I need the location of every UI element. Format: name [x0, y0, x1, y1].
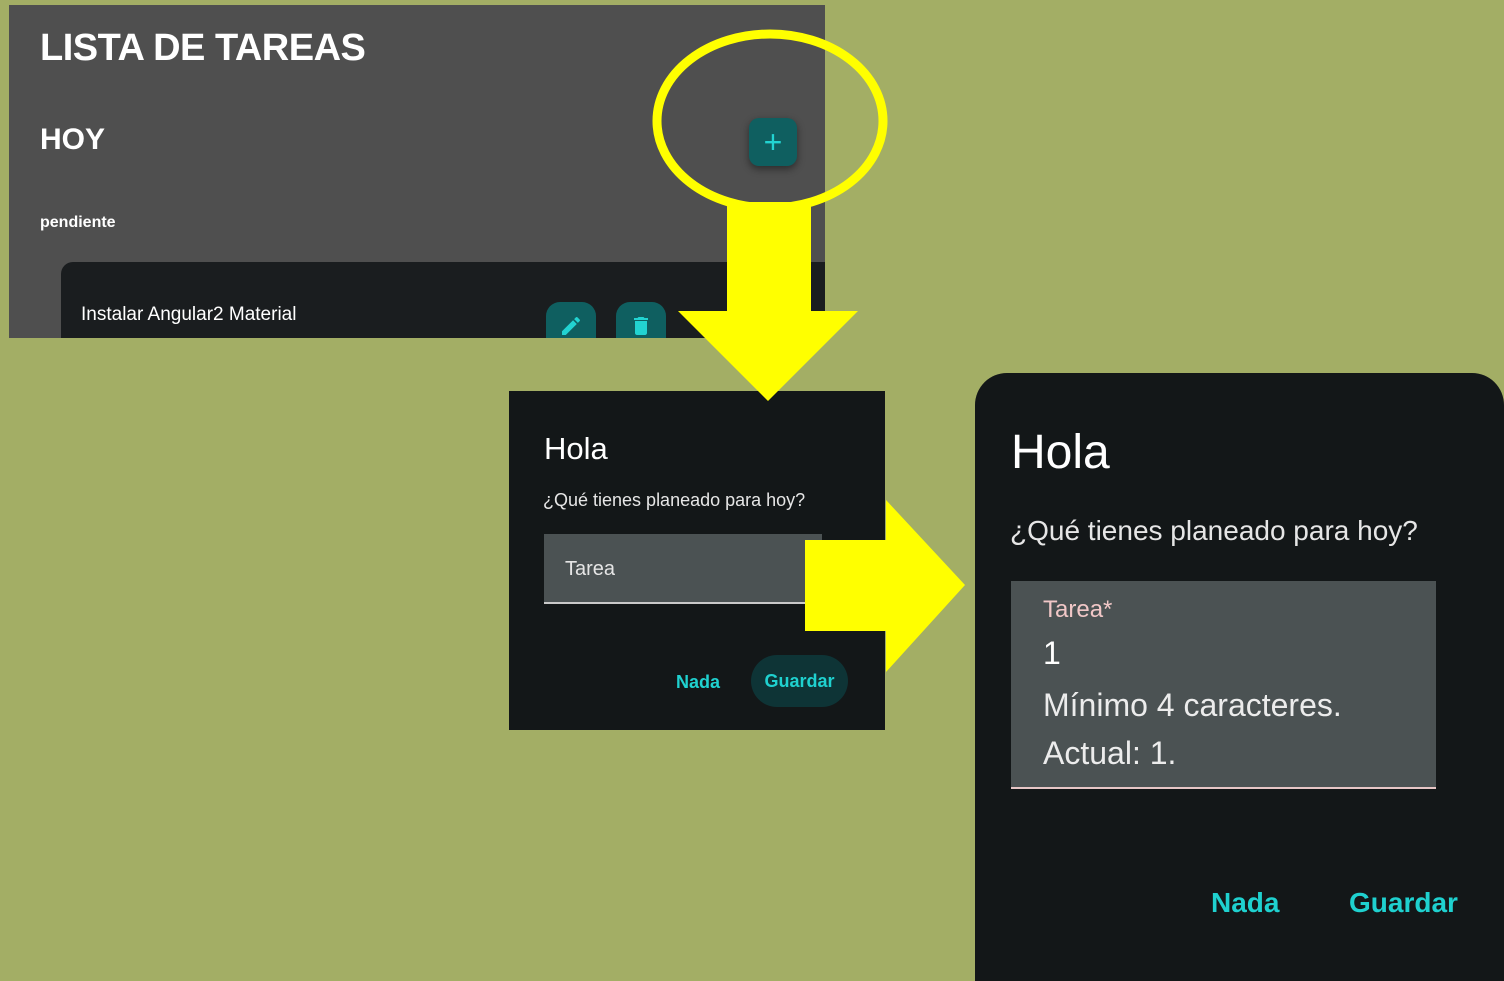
dialog-title: Hola [1011, 426, 1110, 479]
task-input[interactable]: Tarea* 1 Mínimo 4 caracteres. Actual: 1. [1011, 581, 1436, 789]
trash-icon [634, 317, 648, 335]
status-label-pending: pendiente [40, 214, 116, 231]
plus-icon: + [763, 124, 783, 160]
new-task-dialog: Hola ¿Qué tienes planeado para hoy? Tare… [509, 391, 885, 730]
edit-task-button[interactable] [546, 302, 596, 338]
delete-task-button[interactable] [616, 302, 666, 338]
pencil-icon [562, 316, 581, 335]
new-task-dialog-error: Hola ¿Qué tienes planeado para hoy? Tare… [975, 373, 1504, 981]
task-input-value: 1 [1043, 635, 1061, 671]
dialog-subtitle: ¿Qué tienes planeado para hoy? [1010, 515, 1418, 546]
validation-error-message: Mínimo 4 caracteres. Actual: 1. [1043, 687, 1342, 771]
section-title-today: HOY [40, 123, 106, 156]
save-button[interactable]: Guardar [1349, 887, 1458, 919]
add-task-button[interactable]: + [749, 118, 797, 166]
task-input-label: Tarea* [1043, 596, 1113, 623]
cancel-button[interactable]: Nada [676, 672, 720, 693]
task-input-label: Tarea [565, 558, 616, 580]
save-button[interactable]: Guardar [751, 655, 848, 707]
task-input[interactable]: Tarea [544, 534, 822, 604]
dialog-title: Hola [544, 431, 608, 466]
task-label: Instalar Angular2 Material [81, 304, 297, 325]
task-card: Instalar Angular2 Material [61, 262, 825, 338]
cancel-button[interactable]: Nada [1211, 887, 1279, 919]
dialog-subtitle: ¿Qué tienes planeado para hoy? [543, 490, 806, 510]
todo-list-panel: LISTA DE TAREAS HOY + pendiente Instalar… [9, 5, 825, 338]
app-title: LISTA DE TAREAS [40, 27, 366, 69]
